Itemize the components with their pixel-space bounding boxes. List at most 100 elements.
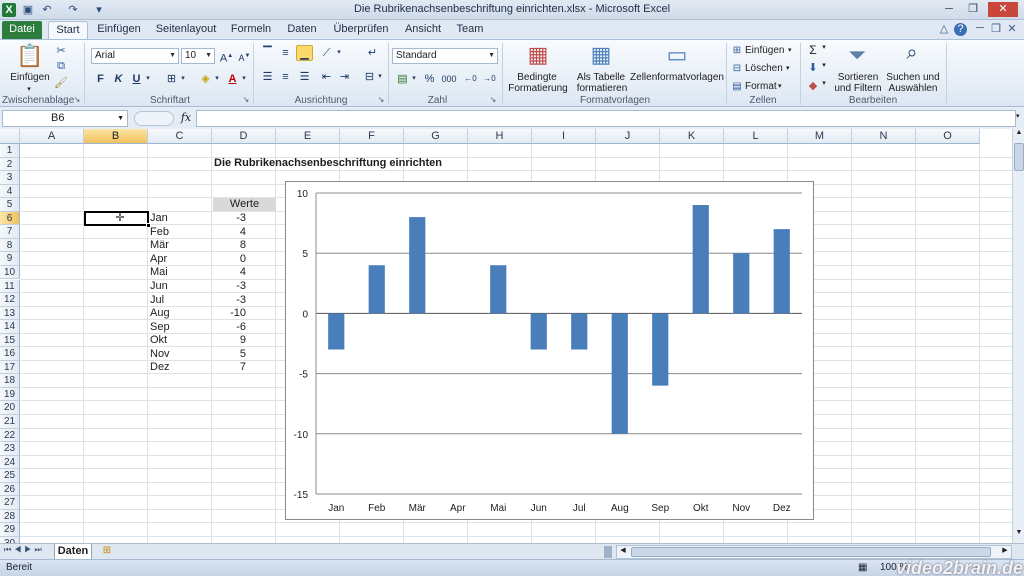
font-size-combo[interactable]: 10 ▼	[181, 48, 215, 64]
merge-dropdown-icon[interactable]: ▾	[375, 69, 385, 85]
row-header-25[interactable]: 25	[0, 469, 20, 483]
tab-start[interactable]: Start	[48, 21, 88, 39]
clear-icon[interactable]: ◆	[806, 79, 820, 92]
row-header-14[interactable]: 14	[0, 320, 20, 334]
insert-cells-button[interactable]: Einfügen	[745, 45, 784, 56]
maximize-button[interactable]: ❐	[962, 2, 984, 17]
increase-indent-icon[interactable]: ⇥	[336, 69, 353, 85]
orientation-icon[interactable]: ⟋	[318, 45, 335, 61]
font-launcher-icon[interactable]: ↘	[241, 95, 251, 104]
formula-bar-splitter[interactable]	[134, 111, 174, 126]
borders-dropdown-icon[interactable]: ▾	[178, 71, 188, 87]
sheet-tab-daten[interactable]: Daten	[54, 544, 92, 560]
month-cell[interactable]: Feb	[150, 226, 169, 239]
close-button[interactable]: ✕	[988, 2, 1018, 17]
format-cells-button[interactable]: Format	[745, 81, 777, 92]
row-header-15[interactable]: 15	[0, 333, 20, 348]
row-header-27[interactable]: 27	[0, 496, 20, 510]
value-cell[interactable]: 4	[212, 266, 246, 279]
workbook-restore-icon[interactable]: ❐	[988, 22, 1004, 37]
fill-dropdown-icon[interactable]: ▾	[820, 61, 828, 69]
insert-cells-icon[interactable]: ⊞	[731, 45, 743, 56]
alignment-launcher-icon[interactable]: ↘	[376, 95, 386, 104]
insert-function-icon[interactable]: fx	[178, 111, 194, 126]
format-painter-icon[interactable]: 🖌	[54, 76, 68, 89]
tab-view[interactable]: Ansicht	[400, 21, 446, 39]
fill-color-dropdown-icon[interactable]: ▾	[212, 71, 222, 87]
column-header-i[interactable]: I	[532, 129, 596, 144]
row-header-19[interactable]: 19	[0, 387, 20, 402]
row-header-7[interactable]: 7	[0, 225, 20, 239]
conditional-format-icon[interactable]: ▦	[525, 42, 551, 68]
font-name-combo[interactable]: Arial ▼	[91, 48, 179, 64]
month-cell[interactable]: Mai	[150, 266, 168, 279]
row-header-11[interactable]: 11	[0, 279, 20, 294]
month-cell[interactable]: Jun	[150, 280, 168, 293]
align-center-icon[interactable]: ≡	[277, 69, 294, 85]
fill-handle[interactable]	[146, 223, 151, 228]
scroll-up-icon[interactable]: ▲	[1014, 129, 1024, 141]
align-bottom-icon[interactable]: ▁	[296, 45, 313, 61]
value-cell[interactable]: 4	[212, 226, 246, 239]
value-cell[interactable]: -3	[212, 294, 246, 307]
month-cell[interactable]: Mär	[150, 239, 169, 252]
row-header-20[interactable]: 20	[0, 401, 20, 415]
row-header-2[interactable]: 2	[0, 157, 20, 172]
column-header-h[interactable]: H	[468, 129, 532, 144]
chart-plot-svg[interactable]: 10 5 0 -5 -10 -15 Jan Feb Mär Apr Mai Jun Jul Aug Sep O…	[286, 182, 813, 519]
format-as-table-label-2[interactable]: formatieren	[572, 83, 632, 94]
value-cell[interactable]: -3	[212, 280, 246, 293]
tab-team[interactable]: Team	[452, 21, 488, 39]
row-header-1[interactable]: 1	[0, 144, 20, 158]
percent-button[interactable]: %	[421, 71, 438, 87]
decrease-indent-icon[interactable]: ⇤	[318, 69, 335, 85]
column-header-m[interactable]: M	[788, 129, 852, 144]
sort-filter-label-2[interactable]: und Filtern	[828, 83, 888, 94]
help-icon[interactable]: ?	[954, 23, 967, 36]
paste-icon[interactable]: 📋	[16, 43, 44, 69]
conditional-format-label-2[interactable]: Formatierung	[504, 83, 572, 94]
format-as-table-label[interactable]: Als Tabelle	[574, 72, 628, 83]
cell-styles-icon[interactable]: ▭	[664, 42, 690, 68]
column-header-c[interactable]: C	[148, 129, 212, 144]
row-header-8[interactable]: 8	[0, 238, 20, 253]
tab-data[interactable]: Daten	[283, 21, 321, 39]
month-cell[interactable]: Jan	[150, 212, 168, 225]
month-cell[interactable]: Apr	[150, 253, 167, 266]
number-format-combo[interactable]: Standard ▼	[392, 48, 498, 64]
month-cell[interactable]: Aug	[150, 307, 170, 320]
value-cell[interactable]: 0	[212, 253, 246, 266]
month-cell[interactable]: Jul	[150, 294, 164, 307]
underline-dropdown-icon[interactable]: ▾	[143, 71, 153, 87]
tab-formulas[interactable]: Formeln	[226, 21, 276, 39]
tab-review[interactable]: Überprüfen	[330, 21, 392, 39]
tab-page-layout[interactable]: Seitenlayout	[153, 21, 219, 39]
row-header-26[interactable]: 26	[0, 482, 20, 497]
column-header-l[interactable]: L	[724, 129, 788, 144]
format-as-table-icon[interactable]: ▦	[588, 42, 614, 68]
row-header-28[interactable]: 28	[0, 509, 20, 524]
month-cell[interactable]: Sep	[150, 321, 170, 334]
delete-cells-icon[interactable]: ⊟	[731, 63, 743, 74]
horizontal-scroll-thumb[interactable]	[631, 547, 991, 557]
align-middle-icon[interactable]: ≡	[277, 45, 294, 61]
value-cell[interactable]: -3	[212, 212, 246, 225]
autosum-dropdown-icon[interactable]: ▾	[820, 43, 828, 51]
row-header-22[interactable]: 22	[0, 428, 20, 443]
sheet-title[interactable]: Die Rubrikenachsenbeschriftung einrichte…	[214, 157, 442, 170]
workbook-minimize-icon[interactable]: ─	[972, 22, 988, 37]
fill-icon[interactable]: ⬇	[806, 61, 820, 74]
horizontal-scrollbar[interactable]: ◀ ▶	[616, 545, 1012, 559]
row-header-17[interactable]: 17	[0, 360, 20, 375]
clear-dropdown-icon[interactable]: ▾	[820, 79, 828, 87]
column-header-j[interactable]: J	[596, 129, 660, 144]
format-cells-dropdown-icon[interactable]: ▾	[778, 81, 782, 92]
row-header-23[interactable]: 23	[0, 442, 20, 456]
find-select-icon[interactable]: ⌕	[899, 42, 925, 65]
row-header-5[interactable]: 5	[0, 198, 20, 212]
row-header-21[interactable]: 21	[0, 415, 20, 429]
paste-dropdown-icon[interactable]: ▾	[22, 84, 36, 95]
workbook-close-icon[interactable]: ✕	[1004, 22, 1020, 37]
row-header-4[interactable]: 4	[0, 184, 20, 199]
values-header[interactable]: Werte	[213, 198, 276, 211]
